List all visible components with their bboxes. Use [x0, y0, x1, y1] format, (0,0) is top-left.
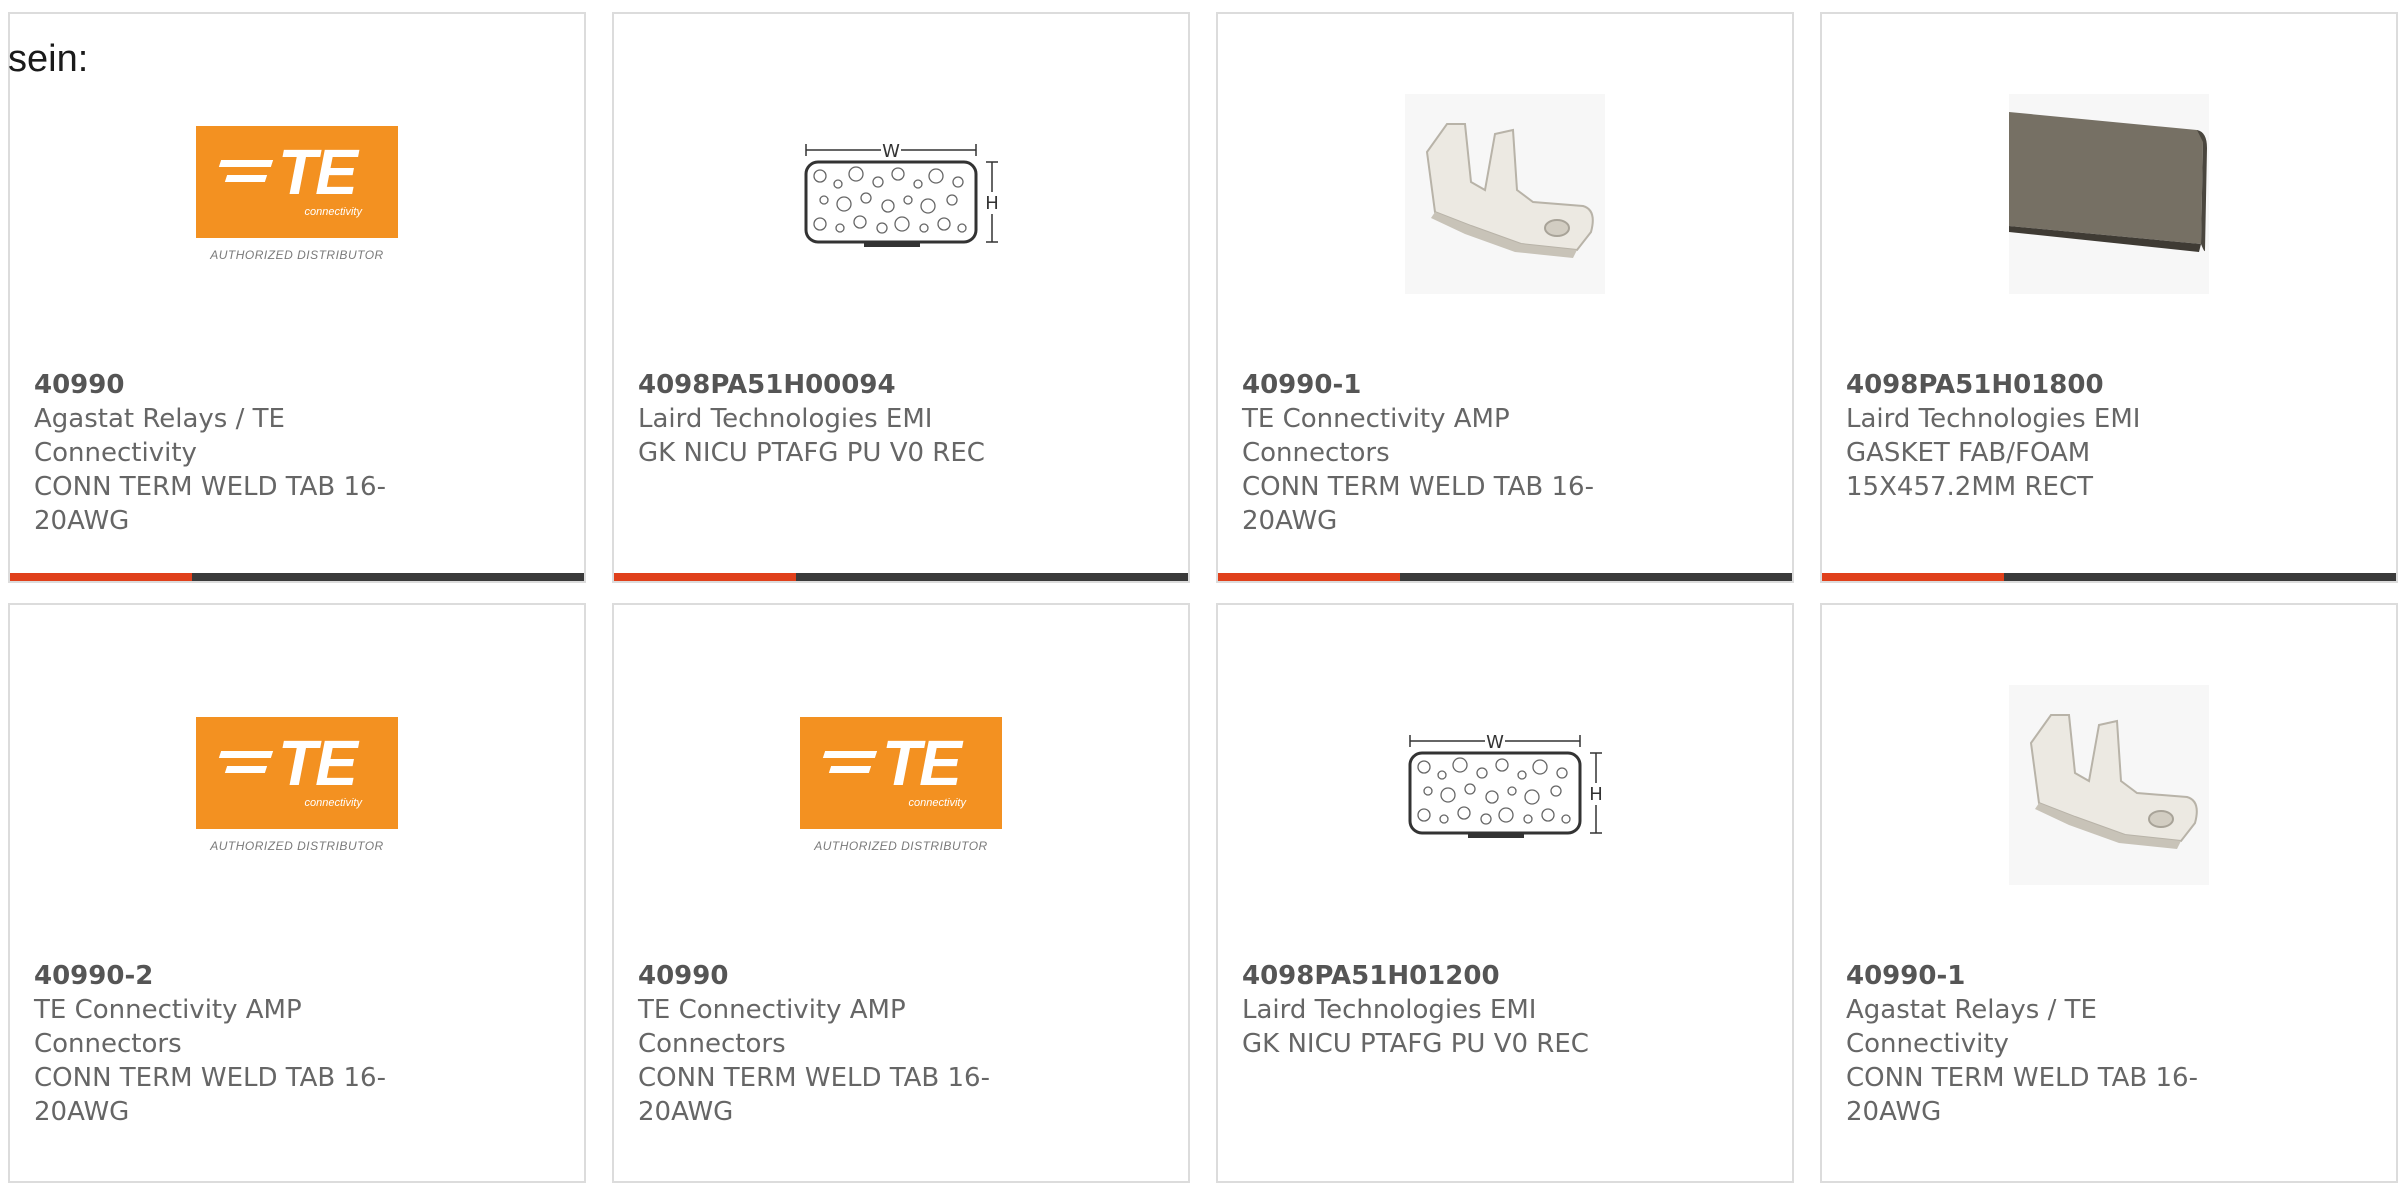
product-thumbnail[interactable]: TE connectivity AUTHORIZED DISTRIBUTOR	[614, 675, 1188, 895]
product-card[interactable]: W H 4098PA51H01200 Laird Technologies EM…	[1216, 603, 1794, 1183]
part-number[interactable]: 40990-2	[34, 959, 454, 993]
manufacturer: Laird Technologies EMI	[1242, 995, 1537, 1025]
emi-gasket-drawing: W H	[804, 138, 1000, 247]
te-authorized-distributor-logo: TE connectivity AUTHORIZED DISTRIBUTOR	[800, 717, 1002, 853]
card-bottom-bar	[1218, 573, 1792, 581]
foam-gasket-photo	[2009, 94, 2209, 294]
product-card[interactable]: TE connectivity AUTHORIZED DISTRIBUTOR 4…	[8, 603, 586, 1183]
product-card[interactable]: 40990-1 TE Connectivity AMP Connectors C…	[1216, 12, 1794, 583]
part-number[interactable]: 4098PA51H00094	[638, 368, 1058, 402]
product-card[interactable]: TE connectivity AUTHORIZED DISTRIBUTOR 4…	[612, 603, 1190, 1183]
product-thumbnail[interactable]: TE connectivity AUTHORIZED DISTRIBUTOR	[10, 675, 584, 895]
product-thumbnail[interactable]: W H	[1218, 675, 1792, 895]
manufacturer: Agastat Relays / TE Connectivity	[34, 404, 285, 468]
intro-text: sein:	[8, 38, 89, 80]
part-number[interactable]: 40990	[34, 368, 454, 402]
product-card[interactable]: 4098PA51H01800 Laird Technologies EMI GA…	[1820, 12, 2398, 583]
manufacturer: Agastat Relays / TE Connectivity	[1846, 995, 2097, 1059]
product-thumbnail[interactable]: TE connectivity AUTHORIZED DISTRIBUTOR	[10, 84, 584, 304]
part-number[interactable]: 40990-1	[1846, 959, 2266, 993]
product-card[interactable]: W H 4098PA51H00094 Laird Technologies EM…	[612, 12, 1190, 583]
part-number[interactable]: 4098PA51H01800	[1846, 368, 2266, 402]
card-bottom-bar	[614, 573, 1188, 581]
manufacturer: TE Connectivity AMP Connectors	[34, 995, 302, 1059]
svg-text:H: H	[1589, 784, 1603, 805]
product-thumbnail[interactable]	[1822, 84, 2396, 304]
weld-tab-terminal-photo	[2009, 685, 2209, 885]
manufacturer: Laird Technologies EMI	[1846, 404, 2141, 434]
svg-text:W: W	[1486, 732, 1504, 753]
description: GASKET FAB/FOAM 15X457.2MM RECT	[1846, 438, 2093, 502]
card-bottom-bar	[1822, 573, 2396, 581]
product-thumbnail[interactable]	[1822, 675, 2396, 895]
description: CONN TERM WELD TAB 16-20AWG	[638, 1063, 990, 1127]
card-bottom-bar	[10, 573, 584, 581]
weld-tab-terminal-photo	[1405, 94, 1605, 294]
te-authorized-distributor-logo: TE connectivity AUTHORIZED DISTRIBUTOR	[196, 126, 398, 262]
svg-text:W: W	[882, 141, 900, 162]
description: CONN TERM WELD TAB 16-20AWG	[34, 1063, 386, 1127]
svg-text:H: H	[985, 193, 999, 214]
description: CONN TERM WELD TAB 16-20AWG	[34, 472, 386, 536]
emi-gasket-drawing: W H	[1408, 729, 1604, 838]
product-thumbnail[interactable]: W H	[614, 84, 1188, 304]
part-number[interactable]: 4098PA51H01200	[1242, 959, 1662, 993]
description: GK NICU PTAFG PU V0 REC	[1242, 1029, 1589, 1059]
description: GK NICU PTAFG PU V0 REC	[638, 438, 985, 468]
product-card[interactable]: TE connectivity AUTHORIZED DISTRIBUTOR 4…	[8, 12, 586, 583]
part-number[interactable]: 40990-1	[1242, 368, 1662, 402]
product-card[interactable]: 40990-1 Agastat Relays / TE Connectivity…	[1820, 603, 2398, 1183]
description: CONN TERM WELD TAB 16-20AWG	[1242, 472, 1594, 536]
manufacturer: TE Connectivity AMP Connectors	[638, 995, 906, 1059]
product-thumbnail[interactable]	[1218, 84, 1792, 304]
manufacturer: TE Connectivity AMP Connectors	[1242, 404, 1510, 468]
part-number[interactable]: 40990	[638, 959, 1058, 993]
description: CONN TERM WELD TAB 16-20AWG	[1846, 1063, 2198, 1127]
te-authorized-distributor-logo: TE connectivity AUTHORIZED DISTRIBUTOR	[196, 717, 398, 853]
manufacturer: Laird Technologies EMI	[638, 404, 933, 434]
